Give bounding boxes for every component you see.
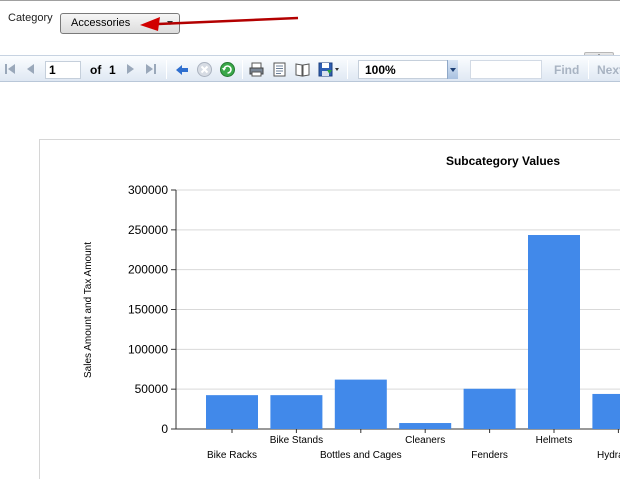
x-tick-label: Hydration (597, 450, 620, 461)
category-parameter-label: Category (8, 12, 53, 24)
chart-title: Subcategory Values (446, 154, 560, 168)
x-tick-label: Bike Stands (270, 435, 323, 446)
find-link[interactable]: Find (554, 63, 579, 77)
bar (463, 388, 516, 429)
y-tick-label: 0 (161, 422, 168, 436)
y-tick-label: 250000 (128, 223, 168, 237)
last-page-icon[interactable] (144, 62, 158, 76)
bar (399, 423, 452, 429)
y-tick-label: 100000 (128, 342, 168, 356)
x-tick-label: Helmets (536, 435, 573, 446)
current-page-input[interactable]: 1 (45, 61, 81, 79)
bar (270, 395, 323, 429)
stop-icon[interactable] (196, 61, 213, 78)
next-page-icon[interactable] (124, 62, 138, 76)
zoom-value: 100% (365, 63, 396, 77)
chart-y-axis-label: Sales Amount and Tax Amount (83, 242, 94, 378)
bar (334, 379, 387, 429)
zoom-select[interactable]: 100% (358, 60, 458, 79)
red-arrow-annotation-icon (140, 16, 299, 31)
report-viewer-area: Subcategory Values Sales Amount and Tax … (0, 83, 620, 479)
bar (592, 393, 620, 429)
total-pages-label: 1 (109, 63, 116, 77)
previous-page-icon[interactable] (23, 62, 37, 76)
export-save-icon[interactable] (317, 61, 341, 78)
x-tick-label: Bottles and Cages (320, 450, 402, 461)
page-setup-icon[interactable] (294, 61, 311, 78)
report-toolbar: 1 of 1 100% Find Next (0, 55, 620, 82)
zoom-dropdown-button[interactable] (447, 60, 458, 79)
y-tick-label: 200000 (128, 263, 168, 277)
subcategory-bar-chart: Subcategory Values Sales Amount and Tax … (83, 154, 620, 461)
x-tick-label: Cleaners (405, 435, 445, 446)
print-icon[interactable] (248, 61, 265, 78)
x-tick-label: Bike Racks (207, 450, 257, 461)
print-layout-icon[interactable] (271, 61, 288, 78)
y-tick-label: 50000 (135, 382, 169, 396)
y-tick-label: 300000 (128, 183, 168, 197)
page-of-label: of (90, 63, 102, 77)
category-dropdown-value: Accessories (71, 17, 131, 29)
parameter-bar: Category Accessories (0, 4, 620, 59)
refresh-icon[interactable] (219, 61, 236, 78)
find-text-input[interactable] (470, 60, 542, 79)
x-tick-label: Fenders (471, 450, 508, 461)
y-tick-label: 150000 (128, 303, 168, 317)
find-next-link[interactable]: Next (597, 63, 620, 77)
back-to-parent-icon[interactable] (175, 63, 189, 77)
first-page-icon[interactable] (3, 62, 17, 76)
bar (528, 235, 580, 429)
report-page: Subcategory Values Sales Amount and Tax … (39, 139, 620, 479)
bar (206, 395, 258, 429)
